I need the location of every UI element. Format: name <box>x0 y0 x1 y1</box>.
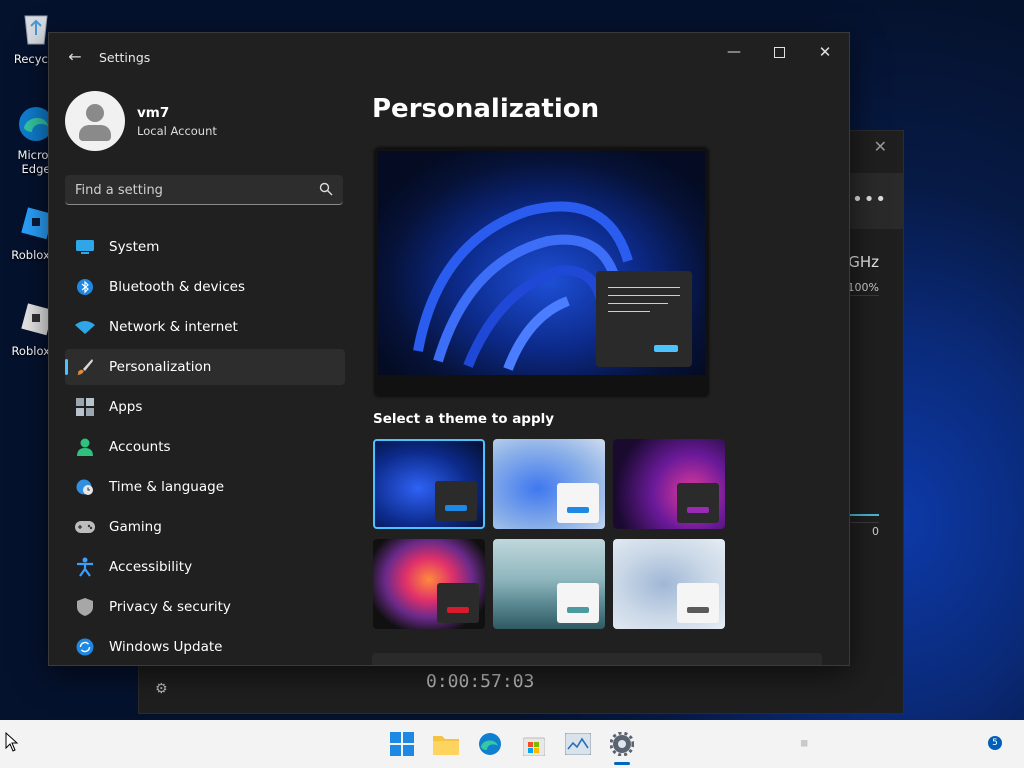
app-title: Settings <box>99 50 151 65</box>
theme-mini-window <box>435 481 477 521</box>
shield-icon <box>75 597 95 617</box>
sidebar-item-label: Time & language <box>109 479 225 495</box>
theme-tile-windows-light[interactable] <box>493 439 605 529</box>
minimize-button[interactable]: — <box>714 41 754 63</box>
maximize-button[interactable] <box>759 41 799 63</box>
tray-icon[interactable]: ◼ <box>800 738 808 749</box>
user-profile[interactable]: vm7 Local Account <box>65 91 345 151</box>
sidebar-item-label: Network & internet <box>109 319 238 335</box>
settings-window[interactable]: ← Settings — ✕ vm7 Local Account System … <box>48 32 850 666</box>
cpu-graph <box>848 295 879 523</box>
graph-min-label: 0 <box>872 525 879 538</box>
sidebar-item-bluetooth[interactable]: Bluetooth & devices <box>65 269 345 305</box>
accessibility-icon <box>75 557 95 577</box>
search-input[interactable] <box>65 175 317 205</box>
cpu-graph-line <box>849 514 879 516</box>
settings-icon[interactable] <box>608 730 636 758</box>
sidebar-item-label: System <box>109 239 160 255</box>
sidebar-item-label: Gaming <box>109 519 162 535</box>
start-icon[interactable] <box>388 730 416 758</box>
gear-icon[interactable]: ⚙ <box>155 681 168 697</box>
next-section-card[interactable] <box>372 653 822 665</box>
sidebar-item-network[interactable]: Network & internet <box>65 309 345 345</box>
apps-icon <box>75 397 95 417</box>
sidebar-item-privacy[interactable]: Privacy & security <box>65 589 345 625</box>
uptime-timer: 0:00:57:03 <box>426 671 535 692</box>
theme-heading: Select a theme to apply <box>373 411 555 427</box>
task-manager-icon[interactable] <box>564 730 592 758</box>
wifi-icon <box>75 317 95 337</box>
search-icon[interactable] <box>319 182 333 196</box>
sidebar-nav: System Bluetooth & devices Network & int… <box>65 229 345 665</box>
store-icon[interactable] <box>520 730 548 758</box>
sidebar-item-label: Apps <box>109 399 143 415</box>
user-name: vm7 <box>137 105 170 121</box>
close-icon[interactable]: ✕ <box>874 137 887 156</box>
theme-mini-window <box>677 483 719 523</box>
sidebar-item-personalization[interactable]: Personalization <box>65 349 345 385</box>
sidebar-item-windows-update[interactable]: Windows Update <box>65 629 345 665</box>
brush-icon <box>75 357 95 377</box>
preview-accent-button <box>654 345 678 352</box>
theme-tile-flow[interactable] <box>613 539 725 629</box>
sidebar-item-accounts[interactable]: Accounts <box>65 429 345 465</box>
theme-mini-window <box>557 483 599 523</box>
gamepad-icon <box>75 517 95 537</box>
sidebar-item-system[interactable]: System <box>65 229 345 265</box>
maximize-icon <box>773 46 785 58</box>
accounts-icon <box>75 437 95 457</box>
sidebar-item-gaming[interactable]: Gaming <box>65 509 345 545</box>
account-type: Local Account <box>137 124 217 138</box>
active-app-indicator <box>614 762 630 765</box>
bluetooth-icon <box>75 277 95 297</box>
cpu-speed-unit: GHz <box>848 253 879 271</box>
edge-icon[interactable] <box>476 730 504 758</box>
theme-preview <box>372 145 711 399</box>
sidebar-item-label: Accounts <box>109 439 171 455</box>
sidebar-item-label: Personalization <box>109 359 212 375</box>
theme-mini-window <box>557 583 599 623</box>
sidebar-item-label: Bluetooth & devices <box>109 279 246 295</box>
sidebar-item-time-language[interactable]: Time & language <box>65 469 345 505</box>
notification-badge[interactable]: 5 <box>988 736 1002 750</box>
taskbar <box>0 720 1024 768</box>
theme-mini-window <box>437 583 479 623</box>
sidebar-item-apps[interactable]: Apps <box>65 389 345 425</box>
update-icon <box>75 637 95 657</box>
sidebar-item-label: Accessibility <box>109 559 193 575</box>
page-title: Personalization <box>372 94 600 124</box>
theme-tile-sunrise[interactable] <box>493 539 605 629</box>
theme-tile-glow[interactable] <box>613 439 725 529</box>
more-options-icon[interactable]: ••• <box>852 189 887 210</box>
close-button[interactable]: ✕ <box>805 41 845 63</box>
mouse-cursor-icon <box>5 732 19 752</box>
globe-clock-icon <box>75 477 95 497</box>
theme-mini-window <box>677 583 719 623</box>
title-bar[interactable]: ← Settings — ✕ <box>49 33 849 81</box>
sidebar-item-accessibility[interactable]: Accessibility <box>65 549 345 585</box>
search-box[interactable] <box>65 175 343 205</box>
back-arrow-icon[interactable]: ← <box>65 47 85 67</box>
system-icon <box>75 237 95 257</box>
sidebar-item-label: Privacy & security <box>109 599 231 615</box>
theme-tile-windows-dark[interactable] <box>373 439 485 529</box>
graph-max-label: 100% <box>847 281 879 294</box>
preview-dialog <box>596 271 692 367</box>
theme-tile-captured-motion[interactable] <box>373 539 485 629</box>
avatar <box>65 91 125 151</box>
sidebar-item-label: Windows Update <box>109 639 223 655</box>
file-explorer-icon[interactable] <box>432 730 460 758</box>
